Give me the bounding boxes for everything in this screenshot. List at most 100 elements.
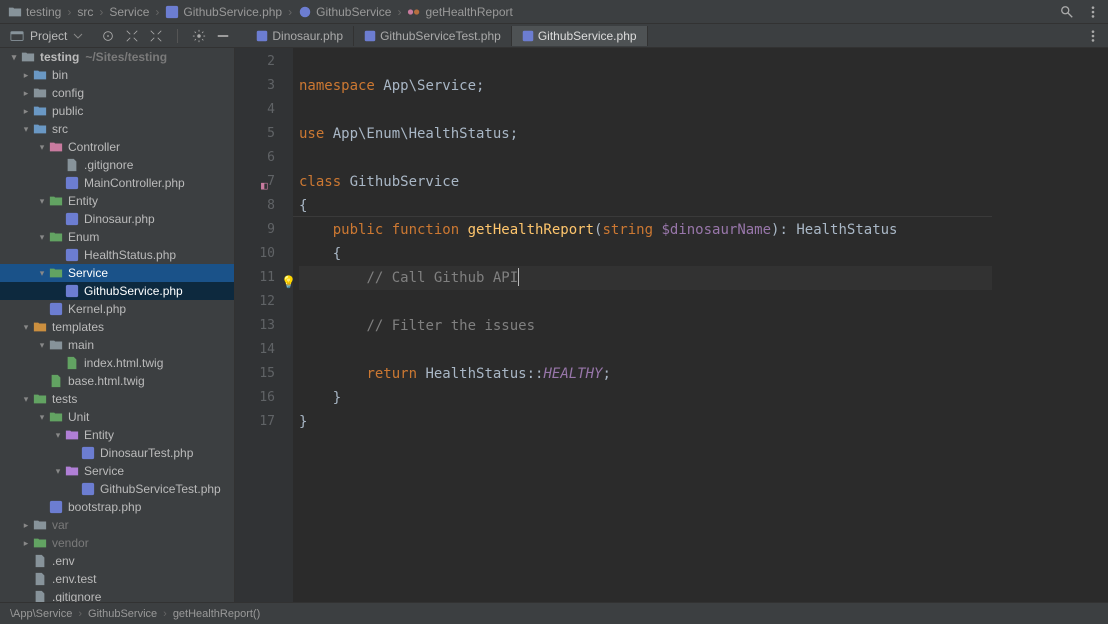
tree-item[interactable]: ▾Enum: [0, 228, 234, 246]
tree-item[interactable]: .gitignore: [0, 156, 234, 174]
bottom-method[interactable]: getHealthReport(): [173, 608, 260, 620]
tab-githubservice[interactable]: GithubService.php: [512, 26, 648, 46]
project-tree[interactable]: ▾ testing ~/Sites/testing ▸bin▸config▸pu…: [0, 48, 235, 602]
expand-icon[interactable]: [125, 29, 139, 43]
gutter-line[interactable]: 12: [235, 290, 293, 314]
breadcrumb-project[interactable]: testing: [8, 5, 61, 19]
more-icon[interactable]: [1086, 5, 1100, 19]
code-line[interactable]: }: [299, 386, 992, 410]
tree-item[interactable]: index.html.twig: [0, 354, 234, 372]
chevron-right-icon[interactable]: ▸: [20, 106, 32, 117]
tree-item[interactable]: base.html.twig: [0, 372, 234, 390]
collapse-icon[interactable]: [149, 29, 163, 43]
chevron-down-icon[interactable]: ▾: [36, 340, 48, 351]
tree-item[interactable]: DinosaurTest.php: [0, 444, 234, 462]
tree-item[interactable]: ▸bin: [0, 66, 234, 84]
code-line[interactable]: [299, 290, 992, 314]
gear-icon[interactable]: [192, 29, 206, 43]
gutter-line[interactable]: 10: [235, 242, 293, 266]
breadcrumb-service[interactable]: Service: [109, 5, 149, 19]
code-line[interactable]: public function getHealthReport(string $…: [299, 218, 992, 242]
project-tool-label[interactable]: Project: [0, 29, 93, 43]
code-line[interactable]: // Filter the issues: [299, 314, 992, 338]
tree-item[interactable]: Kernel.php: [0, 300, 234, 318]
code-line[interactable]: [299, 98, 992, 122]
gutter-line[interactable]: 9: [235, 218, 293, 242]
tree-item[interactable]: ▸var: [0, 516, 234, 534]
gutter-line[interactable]: 3: [235, 74, 293, 98]
code-line[interactable]: return HealthStatus::HEALTHY;: [299, 362, 992, 386]
tree-item[interactable]: .env.test: [0, 570, 234, 588]
chevron-right-icon[interactable]: ▸: [20, 88, 32, 99]
gutter-line[interactable]: 2: [235, 50, 293, 74]
gutter-line[interactable]: 13: [235, 314, 293, 338]
chevron-down-icon[interactable]: ▾: [36, 142, 48, 153]
tree-item[interactable]: ▾Entity: [0, 426, 234, 444]
gutter-line[interactable]: 4: [235, 98, 293, 122]
target-icon[interactable]: [101, 29, 115, 43]
code-editor[interactable]: ▲1 ↑ ↓ 23456◧7891011💡121314151617 namesp…: [235, 48, 1108, 602]
gutter-line[interactable]: 5: [235, 122, 293, 146]
code-line[interactable]: class GithubService: [299, 170, 992, 194]
code-line[interactable]: // Call Github API: [299, 266, 992, 290]
tree-item[interactable]: Dinosaur.php: [0, 210, 234, 228]
tree-item[interactable]: ▾Service: [0, 264, 234, 282]
tree-item[interactable]: .env: [0, 552, 234, 570]
minimize-icon[interactable]: [216, 29, 230, 43]
chevron-down-icon[interactable]: ▾: [36, 268, 48, 279]
chevron-down-icon[interactable]: ▾: [20, 322, 32, 333]
chevron-right-icon[interactable]: ▸: [20, 538, 32, 549]
gutter-line[interactable]: 14: [235, 338, 293, 362]
search-icon[interactable]: [1060, 5, 1074, 19]
breadcrumb-file[interactable]: GithubService.php: [165, 5, 282, 19]
code-line[interactable]: [299, 338, 992, 362]
breadcrumb-method[interactable]: getHealthReport: [407, 5, 512, 19]
chevron-down-icon[interactable]: ▾: [36, 412, 48, 423]
chevron-right-icon[interactable]: ▸: [20, 70, 32, 81]
tab-dinosaur[interactable]: Dinosaur.php: [246, 26, 354, 46]
bottom-class[interactable]: GithubService: [88, 608, 157, 620]
tree-item[interactable]: ▾Service: [0, 462, 234, 480]
gutter-line[interactable]: 17: [235, 410, 293, 434]
more-icon[interactable]: [1086, 29, 1100, 43]
gutter-line[interactable]: 16: [235, 386, 293, 410]
tree-item[interactable]: .gitignore: [0, 588, 234, 602]
gutter-line[interactable]: 6: [235, 146, 293, 170]
breadcrumb-src[interactable]: src: [77, 5, 93, 19]
tree-item[interactable]: ▾Entity: [0, 192, 234, 210]
tab-githubservicetest[interactable]: GithubServiceTest.php: [354, 26, 512, 46]
tree-root[interactable]: ▾ testing ~/Sites/testing: [0, 48, 234, 66]
tree-item[interactable]: ▾src: [0, 120, 234, 138]
tree-item[interactable]: ▸vendor: [0, 534, 234, 552]
breadcrumb-class[interactable]: GithubService: [298, 5, 391, 19]
tree-item[interactable]: ▾Controller: [0, 138, 234, 156]
tree-item[interactable]: ▾tests: [0, 390, 234, 408]
tree-item[interactable]: ▸config: [0, 84, 234, 102]
chevron-down-icon[interactable]: ▾: [36, 196, 48, 207]
code-line[interactable]: {: [299, 194, 992, 218]
code-line[interactable]: [299, 50, 992, 74]
gutter-line[interactable]: ◧7: [235, 170, 293, 194]
chevron-down-icon[interactable]: ▾: [52, 430, 64, 441]
gutter-line[interactable]: 15: [235, 362, 293, 386]
code-line[interactable]: [299, 146, 992, 170]
tree-item[interactable]: ▾Unit: [0, 408, 234, 426]
code-line[interactable]: }: [299, 410, 992, 434]
chevron-down-icon[interactable]: ▾: [20, 394, 32, 405]
chevron-down-icon[interactable]: ▾: [36, 232, 48, 243]
tree-item[interactable]: ▾main: [0, 336, 234, 354]
code-line[interactable]: namespace App\Service;: [299, 74, 992, 98]
code-line[interactable]: {: [299, 242, 992, 266]
gutter-line[interactable]: 11💡: [235, 266, 293, 290]
chevron-down-icon[interactable]: ▾: [52, 466, 64, 477]
chevron-down-icon[interactable]: ▾: [8, 52, 20, 63]
chevron-right-icon[interactable]: ▸: [20, 520, 32, 531]
tree-item[interactable]: MainController.php: [0, 174, 234, 192]
tree-item[interactable]: GithubService.php: [0, 282, 234, 300]
gutter-line[interactable]: 8: [235, 194, 293, 218]
tree-item[interactable]: bootstrap.php: [0, 498, 234, 516]
code-line[interactable]: use App\Enum\HealthStatus;: [299, 122, 992, 146]
tree-item[interactable]: ▸public: [0, 102, 234, 120]
tree-item[interactable]: GithubServiceTest.php: [0, 480, 234, 498]
chevron-down-icon[interactable]: ▾: [20, 124, 32, 135]
